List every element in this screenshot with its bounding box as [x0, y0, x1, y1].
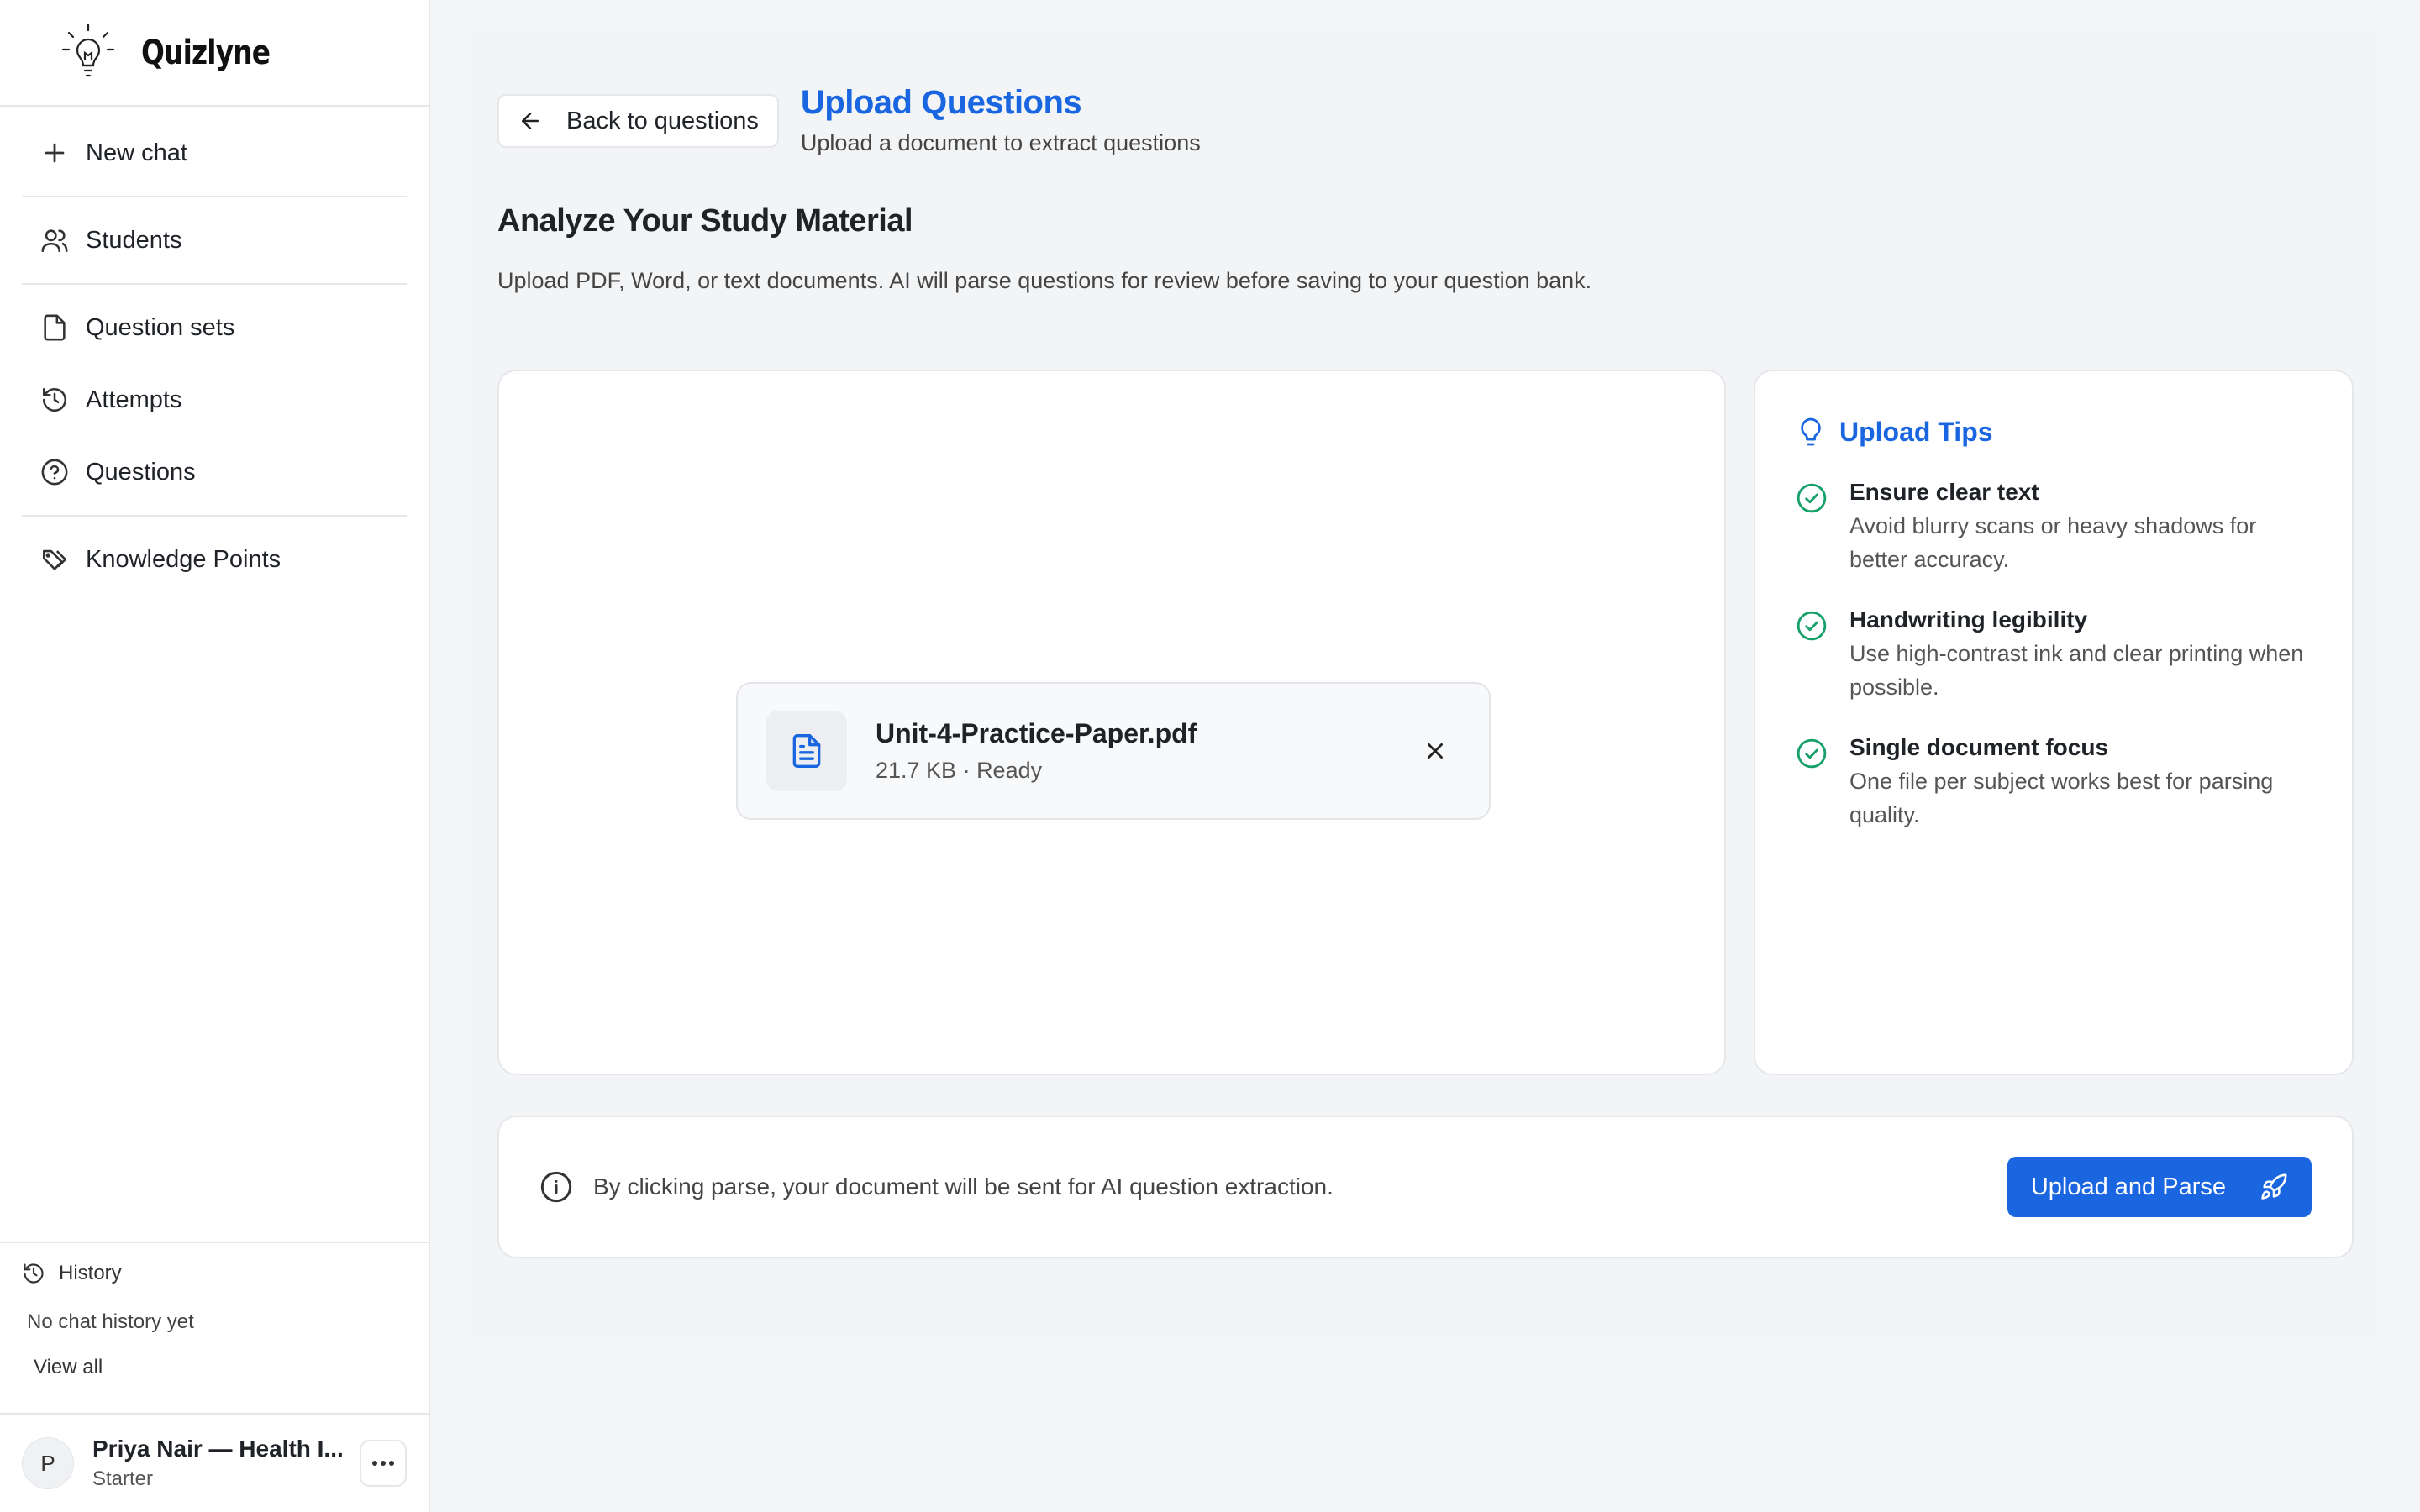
sidebar-item-students[interactable]: Students — [22, 204, 407, 276]
page-title: Upload Questions — [800, 84, 1082, 121]
upload-dropzone[interactable]: Unit-4-Practice-Paper.pdf 21.7 KB · Read… — [497, 370, 1726, 1075]
info-icon — [540, 1171, 572, 1203]
upload-tips-card: Upload Tips Ensure clear text Avoid blur… — [1754, 370, 2354, 1075]
plus-icon — [45, 143, 65, 163]
remove-file-button[interactable] — [1415, 731, 1455, 771]
sidebar-nav: New chat Students Question sets Attempts… — [0, 107, 429, 596]
history-empty-text: No chat history yet — [27, 1310, 194, 1333]
lightbulb-icon — [61, 23, 115, 76]
tip-description: One file per subject works best for pars… — [1849, 769, 2274, 827]
user-menu-button[interactable] — [360, 1440, 407, 1487]
tip-item: Single document focus One file per subje… — [1796, 734, 2312, 832]
help-circle-icon — [41, 459, 68, 486]
file-icon — [44, 314, 66, 341]
divider — [22, 196, 407, 197]
rocket-icon — [2261, 1173, 2287, 1200]
section-title: Analyze Your Study Material — [497, 203, 913, 239]
check-circle-icon — [1797, 611, 1827, 641]
user-name: Priya Nair — Health I... — [92, 1436, 344, 1462]
sidebar-item-label: Students — [86, 226, 182, 254]
tip-title: Single document focus — [1849, 734, 2109, 760]
check-circle-icon — [1797, 483, 1827, 513]
close-icon — [1428, 743, 1443, 759]
brand-name: Quizlyne — [141, 33, 271, 72]
tips-title: Upload Tips — [1839, 416, 1993, 447]
brand[interactable]: Quizlyne — [0, 0, 429, 107]
file-icon-box — [766, 711, 847, 791]
history-icon — [24, 1263, 44, 1284]
tip-item: Handwriting legibility Use high-contrast… — [1796, 606, 2312, 704]
tip-description: Avoid blurry scans or heavy shadows for … — [1849, 513, 2257, 572]
user-plan: Starter — [92, 1467, 154, 1490]
user-profile[interactable]: P Priya Nair — Health I... Starter — [0, 1413, 429, 1512]
parse-notice: By clicking parse, your document will be… — [593, 1173, 1334, 1200]
upload-and-parse-button[interactable]: Upload and Parse — [2007, 1157, 2312, 1217]
sidebar: Quizlyne New chat Students Question sets… — [0, 0, 430, 1512]
section-description: Upload PDF, Word, or text documents. AI … — [497, 268, 1592, 293]
tip-description: Use high-contrast ink and clear printing… — [1849, 641, 2304, 700]
tags-icon — [42, 549, 67, 570]
more-horizontal-icon — [372, 1461, 394, 1466]
file-meta: Unit-4-Practice-Paper.pdf 21.7 KB · Read… — [876, 718, 1415, 784]
check-circle-icon — [1797, 738, 1827, 769]
history-panel: History No chat history yet View all — [0, 1242, 429, 1379]
history-view-all-link[interactable]: View all — [22, 1356, 407, 1379]
sidebar-item-question-sets[interactable]: Question sets — [22, 291, 407, 364]
sidebar-item-new-chat[interactable]: New chat — [22, 107, 407, 199]
sidebar-item-label: Knowledge Points — [86, 545, 281, 573]
lightbulb-icon — [1801, 417, 1821, 446]
tip-title: Handwriting legibility — [1849, 606, 2088, 633]
tip-title: Ensure clear text — [1849, 479, 2039, 505]
file-text-icon — [792, 734, 821, 768]
arrow-left-icon — [522, 113, 539, 129]
back-to-questions-button[interactable]: Back to questions — [497, 94, 779, 148]
back-button-label: Back to questions — [566, 107, 759, 134]
history-title: History — [59, 1262, 122, 1284]
selected-file: Unit-4-Practice-Paper.pdf 21.7 KB · Read… — [736, 682, 1491, 820]
tip-item: Ensure clear text Avoid blurry scans or … — [1796, 479, 2312, 576]
users-icon — [41, 229, 68, 253]
parse-button-label: Upload and Parse — [2030, 1173, 2226, 1200]
history-header: History — [22, 1262, 407, 1285]
sidebar-item-label: Attempts — [86, 386, 182, 413]
sidebar-item-label: Questions — [86, 458, 196, 486]
sidebar-item-label: Question sets — [86, 313, 235, 341]
file-detail: 21.7 KB · Ready — [876, 758, 1043, 783]
history-icon — [42, 387, 67, 412]
file-name: Unit-4-Practice-Paper.pdf — [876, 718, 1197, 748]
title-block: Upload Questions Upload a document to ex… — [800, 84, 1201, 156]
divider — [22, 283, 407, 285]
page-header: Back to questions Upload Questions Uploa… — [497, 84, 1201, 156]
avatar: P — [22, 1437, 74, 1489]
sidebar-item-questions[interactable]: Questions — [22, 436, 407, 508]
tips-header: Upload Tips — [1796, 415, 2312, 449]
sidebar-item-knowledge-points[interactable]: Knowledge Points — [22, 523, 407, 596]
page-subtitle: Upload a document to extract questions — [800, 130, 1201, 155]
divider — [22, 515, 407, 517]
main-content: Back to questions Upload Questions Uploa… — [471, 27, 2380, 1337]
sidebar-item-label: New chat — [86, 139, 187, 166]
user-info: Priya Nair — Health I... Starter — [92, 1436, 360, 1491]
sidebar-item-attempts[interactable]: Attempts — [22, 364, 407, 436]
action-bar: By clicking parse, your document will be… — [497, 1116, 2354, 1258]
